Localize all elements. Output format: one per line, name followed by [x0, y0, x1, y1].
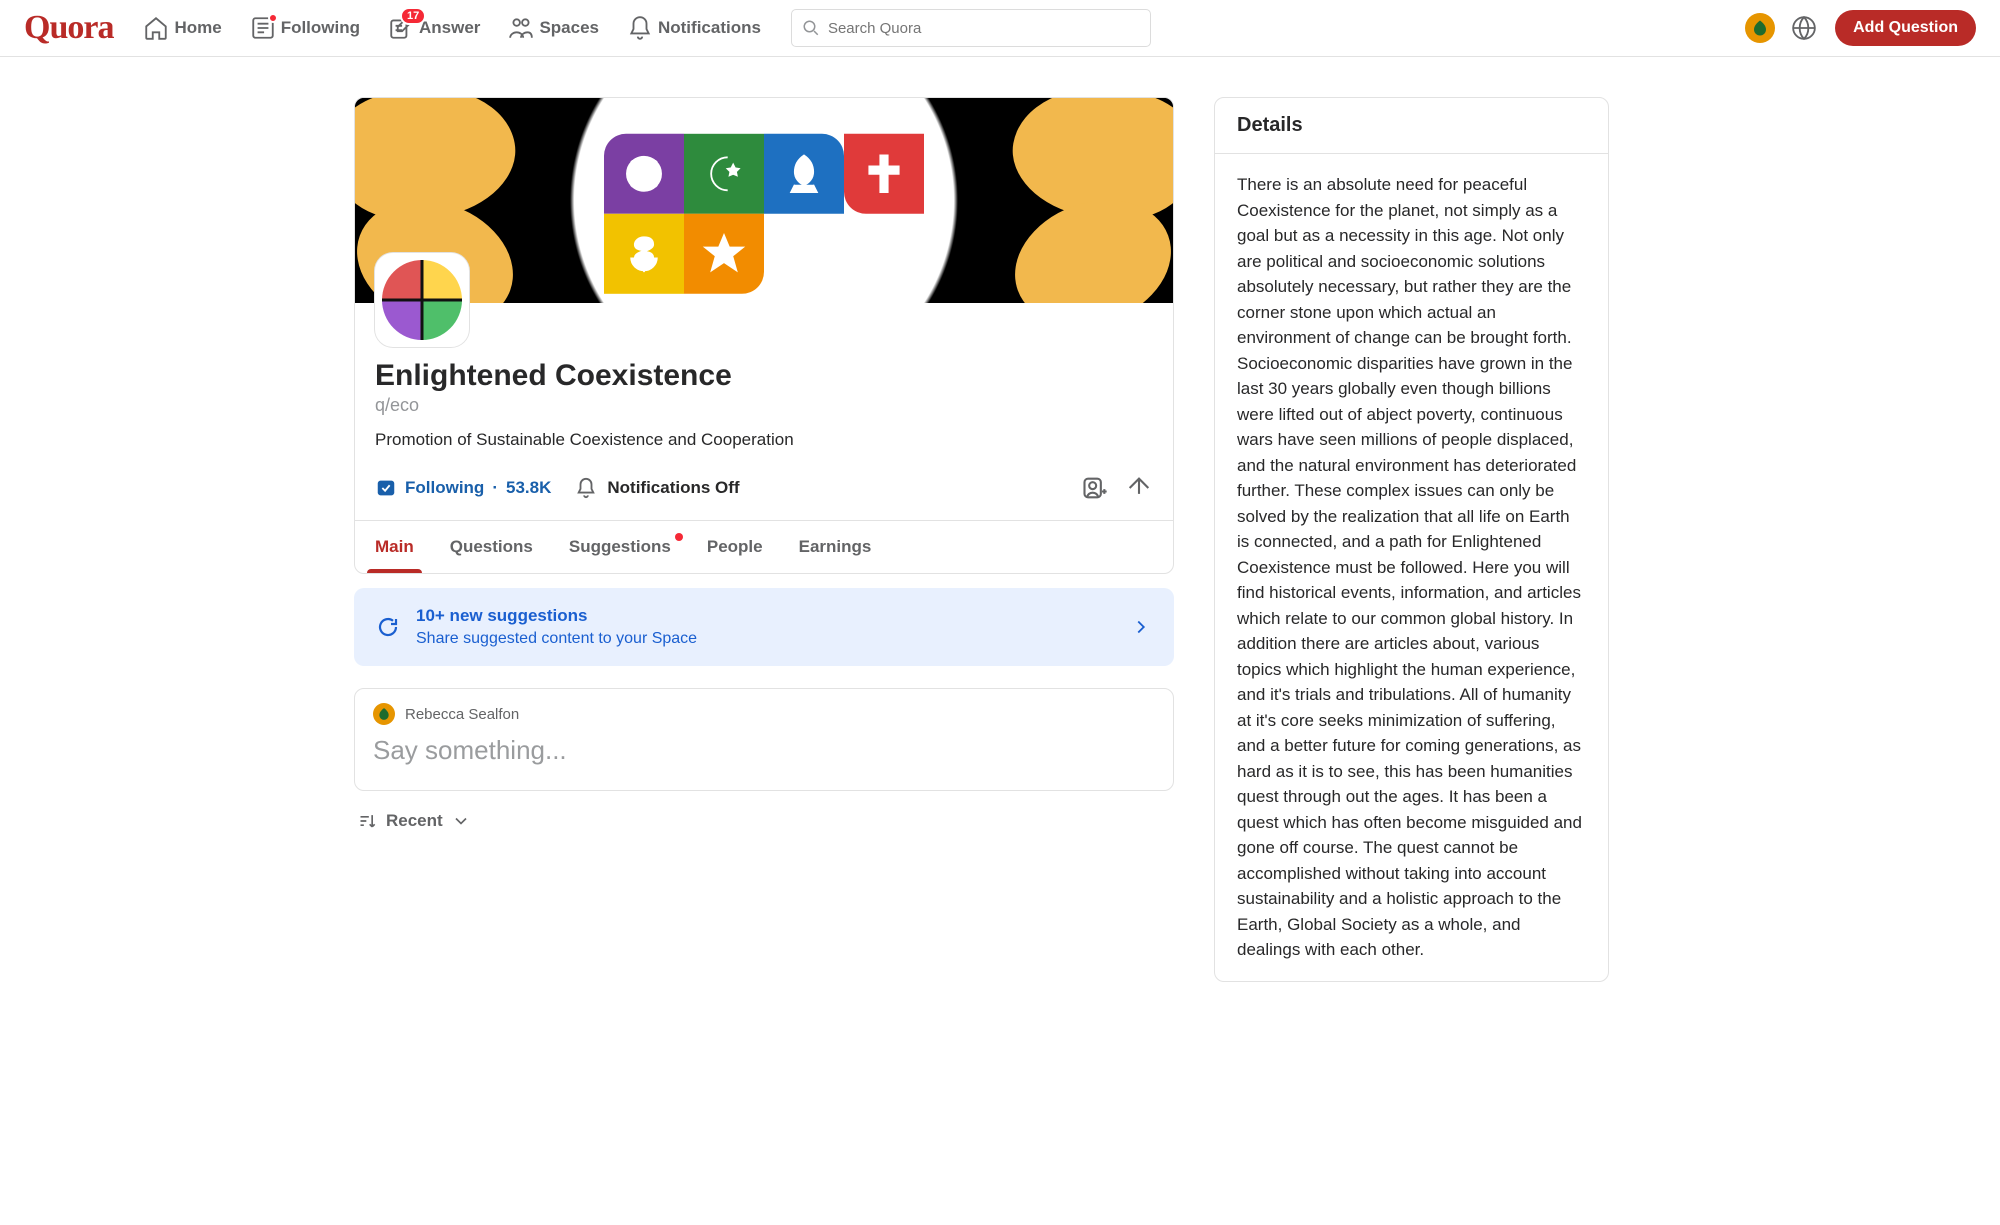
composer-user-name: Rebecca Sealfon: [405, 706, 519, 723]
spaces-icon: [508, 15, 534, 41]
follower-count: 53.8K: [506, 478, 551, 498]
sort-icon: [358, 811, 378, 831]
space-card: Enlightened Coexistence q/eco Promotion …: [354, 97, 1174, 574]
space-slug: q/eco: [375, 395, 1153, 416]
suggestions-title: 10+ new suggestions: [416, 606, 697, 626]
leaf-icon: [377, 707, 391, 721]
suggestions-banner[interactable]: 10+ new suggestions Share suggested cont…: [354, 588, 1174, 666]
user-avatar[interactable]: [1745, 13, 1775, 43]
search-icon: [802, 19, 820, 37]
nav-label: Answer: [419, 18, 480, 38]
space-tabs: Main Questions Suggestions People Earnin…: [355, 520, 1173, 573]
tab-questions[interactable]: Questions: [442, 521, 541, 573]
tab-main[interactable]: Main: [367, 521, 422, 573]
nav-label: Spaces: [539, 18, 599, 38]
nav-label: Notifications: [658, 18, 761, 38]
nav-following[interactable]: Following: [238, 11, 372, 45]
leaf-icon: [1751, 19, 1769, 37]
nav-home[interactable]: Home: [131, 11, 233, 45]
notifications-label: Notifications Off: [607, 478, 739, 498]
suggestions-unread-dot: [675, 533, 683, 541]
sort-label: Recent: [386, 811, 443, 831]
following-label: Following: [405, 478, 484, 498]
tab-label: Suggestions: [569, 537, 671, 556]
bell-icon: [575, 477, 597, 499]
composer-prompt[interactable]: Say something...: [373, 735, 1155, 766]
space-avatar[interactable]: [375, 253, 469, 347]
details-heading: Details: [1215, 98, 1608, 154]
following-button[interactable]: Following · 53.8K: [375, 477, 551, 499]
tab-earnings[interactable]: Earnings: [791, 521, 880, 573]
nav-spaces[interactable]: Spaces: [496, 11, 611, 45]
quora-logo[interactable]: Quora: [24, 9, 113, 47]
suggestions-subtitle: Share suggested content to your Space: [416, 630, 697, 648]
tab-people[interactable]: People: [699, 521, 771, 573]
composer-avatar: [373, 703, 395, 725]
details-body: There is an absolute need for peaceful C…: [1215, 154, 1608, 981]
invite-icon[interactable]: [1081, 474, 1109, 502]
language-globe-icon[interactable]: [1791, 15, 1817, 41]
nav-answer[interactable]: 17 Answer: [376, 11, 492, 45]
nav-notifications[interactable]: Notifications: [615, 11, 773, 45]
following-state-icon: [375, 477, 397, 499]
following-unread-dot: [268, 13, 278, 23]
search-input[interactable]: [828, 20, 1140, 37]
answer-badge: 17: [400, 7, 426, 25]
tab-suggestions[interactable]: Suggestions: [561, 521, 679, 573]
sort-recent-button[interactable]: Recent: [358, 811, 1170, 831]
space-description: Promotion of Sustainable Coexistence and…: [375, 430, 1153, 450]
chevron-right-icon: [1130, 616, 1152, 638]
space-notifications-button[interactable]: Notifications Off: [575, 477, 739, 499]
space-title: Enlightened Coexistence: [375, 303, 1153, 393]
dot-sep: ·: [492, 478, 498, 498]
share-icon[interactable]: [1125, 474, 1153, 502]
space-cover-image: [355, 98, 1173, 303]
details-card: Details There is an absolute need for pe…: [1214, 97, 1609, 982]
post-composer[interactable]: Rebecca Sealfon Say something...: [354, 688, 1174, 791]
top-nav: Quora Home Following 17 Answer Spaces No…: [0, 0, 2000, 57]
search-box[interactable]: [791, 9, 1151, 47]
chevron-down-icon: [451, 811, 471, 831]
add-question-button[interactable]: Add Question: [1835, 10, 1976, 46]
bell-icon: [627, 15, 653, 41]
nav-label: Following: [281, 18, 360, 38]
home-icon: [143, 15, 169, 41]
refresh-icon: [376, 615, 400, 639]
nav-label: Home: [174, 18, 221, 38]
